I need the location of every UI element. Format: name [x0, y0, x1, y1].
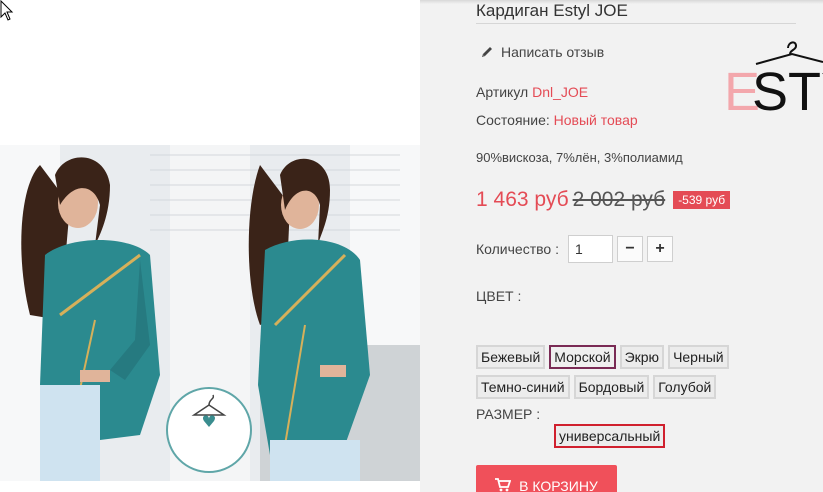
write-review-label: Написать отзыв — [501, 44, 605, 60]
composition-text: 90%вискоза, 7%лён, 3%полиамид — [476, 150, 683, 165]
price-row: 1 463 руб 2 002 руб -539 руб — [476, 188, 731, 212]
quantity-label: Количество : — [476, 241, 559, 257]
brand-logo-letters: STY — [752, 62, 823, 115]
color-option-sea[interactable]: Морской — [549, 345, 616, 369]
write-review-link[interactable]: Написать отзыв — [480, 44, 604, 60]
color-label: ЦВЕТ : — [476, 288, 522, 304]
color-option-ecru[interactable]: Экрю — [619, 345, 665, 369]
old-price: 2 002 руб — [572, 188, 666, 211]
product-photo[interactable] — [0, 145, 420, 481]
plus-icon: + — [655, 240, 665, 257]
sku-value: Dnl_JOE — [532, 84, 589, 100]
color-options: Бежевый Морской Экрю Черный Темно-синий … — [476, 345, 816, 399]
brand-logo: E STY — [724, 41, 823, 115]
color-option-beige[interactable]: Бежевый — [476, 345, 546, 369]
size-label: РАЗМЕР : — [476, 406, 541, 422]
product-title: Кардиган Estyl JOE — [476, 1, 628, 20]
color-option-burgundy[interactable]: Бордовый — [573, 375, 650, 399]
size-option-universal[interactable]: универсальный — [554, 424, 666, 448]
condition-value: Новый товар — [553, 112, 638, 128]
color-option-dark-blue[interactable]: Темно-синий — [476, 375, 570, 399]
cart-icon — [495, 478, 512, 492]
quantity-decrease-button[interactable]: − — [617, 236, 643, 262]
pencil-icon — [482, 47, 492, 57]
sku-row: Артикул Dnl_JOE — [476, 84, 588, 100]
quantity-increase-button[interactable]: + — [647, 236, 673, 262]
sku-label: Артикул — [476, 84, 529, 100]
color-option-black[interactable]: Черный — [668, 345, 729, 369]
condition-label: Состояние: — [476, 112, 550, 128]
color-option-light-blue[interactable]: Голубой — [653, 375, 717, 399]
add-to-cart-label: В КОРЗИНУ — [519, 478, 598, 492]
mouse-cursor-icon — [0, 0, 14, 21]
condition-row: Состояние: Новый товар — [476, 112, 638, 128]
add-to-cart-button[interactable]: В КОРЗИНУ — [476, 465, 617, 492]
discount-badge: -539 руб — [673, 191, 731, 209]
title-divider — [476, 23, 796, 24]
minus-icon: − — [625, 240, 635, 257]
quantity-input[interactable] — [568, 235, 613, 263]
current-price: 1 463 руб — [476, 188, 569, 211]
product-photo-illustration — [0, 145, 420, 481]
